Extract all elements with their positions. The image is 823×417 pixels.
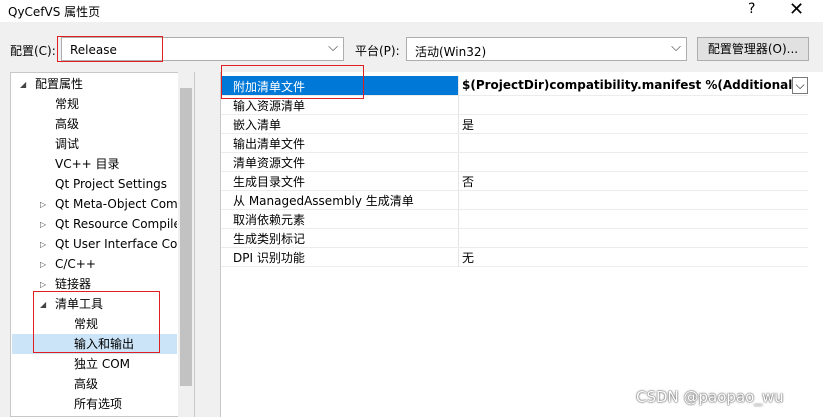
highlight-property-box [221,65,364,99]
tree-item-all-options[interactable]: 所有选项 [74,394,122,414]
highlight-config-box [57,36,163,62]
platform-value: 活动(Win32) [415,45,487,59]
property-value: 是 [462,118,475,132]
tree-item-vc-directories[interactable]: VC++ 目录 [55,154,120,174]
property-row[interactable]: 输出清单文件 [221,133,823,152]
tree-item-debugging[interactable]: 调试 [55,134,79,154]
tree-item-manifest-advanced[interactable]: 高级 [74,374,98,394]
property-row[interactable]: 从 ManagedAssembly 生成清单 [221,190,823,209]
row-divider [221,266,808,267]
tree-item-cpp[interactable]: C/C++ [55,254,96,274]
tree-item-advanced[interactable]: 高级 [55,114,79,134]
tree-item-qt-meta-object[interactable]: Qt Meta-Object Com [55,194,177,214]
watermark: CSDN @paopao_wu [636,388,784,406]
close-icon[interactable]: ✕ [789,0,804,21]
property-name: 输入资源清单 [233,99,306,113]
tree-item-qt-user-interface[interactable]: Qt User Interface Co [55,234,177,254]
property-name: 从 ManagedAssembly 生成清单 [233,194,414,208]
property-name: 嵌入清单 [233,118,282,132]
config-manager-button[interactable]: 配置管理器(O)... [697,37,809,61]
property-value-input[interactable]: $(ProjectDir)compatibility.manifest %(Ad… [462,78,792,92]
property-row[interactable]: 嵌入清单 是 [221,114,823,133]
tree-item-qt-project-settings[interactable]: Qt Project Settings [55,174,167,194]
chevron-down-icon: ⌵ [328,40,338,55]
property-row[interactable]: DPI 识别功能 无 [221,247,823,266]
property-name: 生成目录文件 [233,175,306,189]
property-name: 生成类别标记 [233,232,306,246]
window-title: QyCefVS 属性页 [8,5,101,19]
chevron-down-icon: ⌵ [671,40,681,55]
collapsed-triangle-icon[interactable]: ▷ [40,220,46,229]
property-value: 无 [462,251,475,265]
expanded-triangle-icon[interactable]: ◢ [20,80,26,89]
chevron-down-icon[interactable]: ⌵ [792,77,808,94]
collapsed-triangle-icon[interactable]: ▷ [40,200,46,209]
collapsed-triangle-icon[interactable]: ▷ [40,240,46,249]
title-bar [0,0,823,22]
property-name: 取消依赖元素 [233,213,306,227]
platform-label: 平台(P): [355,44,400,58]
tree-scrollbar-thumb[interactable] [180,88,192,386]
property-name: 输出清单文件 [233,137,306,151]
highlight-tree-box [33,291,160,353]
property-row[interactable]: 生成类别标记 [221,228,823,247]
property-name: DPI 识别功能 [233,251,305,265]
property-value: 否 [462,175,475,189]
property-name: 清单资源文件 [233,156,306,170]
collapsed-triangle-icon[interactable]: ▷ [40,260,46,269]
tree-item-general[interactable]: 常规 [55,94,79,114]
config-label: 配置(C): [10,44,56,58]
property-row[interactable]: 取消依赖元素 [221,209,823,228]
tree-item-qt-resource-compiler[interactable]: Qt Resource Compile [55,214,177,234]
tree-item-config-properties[interactable]: 配置属性 [35,74,83,94]
tree-item-isolated-com[interactable]: 独立 COM [74,354,130,374]
property-row[interactable]: 清单资源文件 [221,152,823,171]
property-row[interactable]: 生成目录文件 否 [221,171,823,190]
platform-select[interactable]: 活动(Win32) ⌵ [406,37,687,61]
collapsed-triangle-icon[interactable]: ▷ [40,280,46,289]
help-icon[interactable]: ? [748,1,755,17]
